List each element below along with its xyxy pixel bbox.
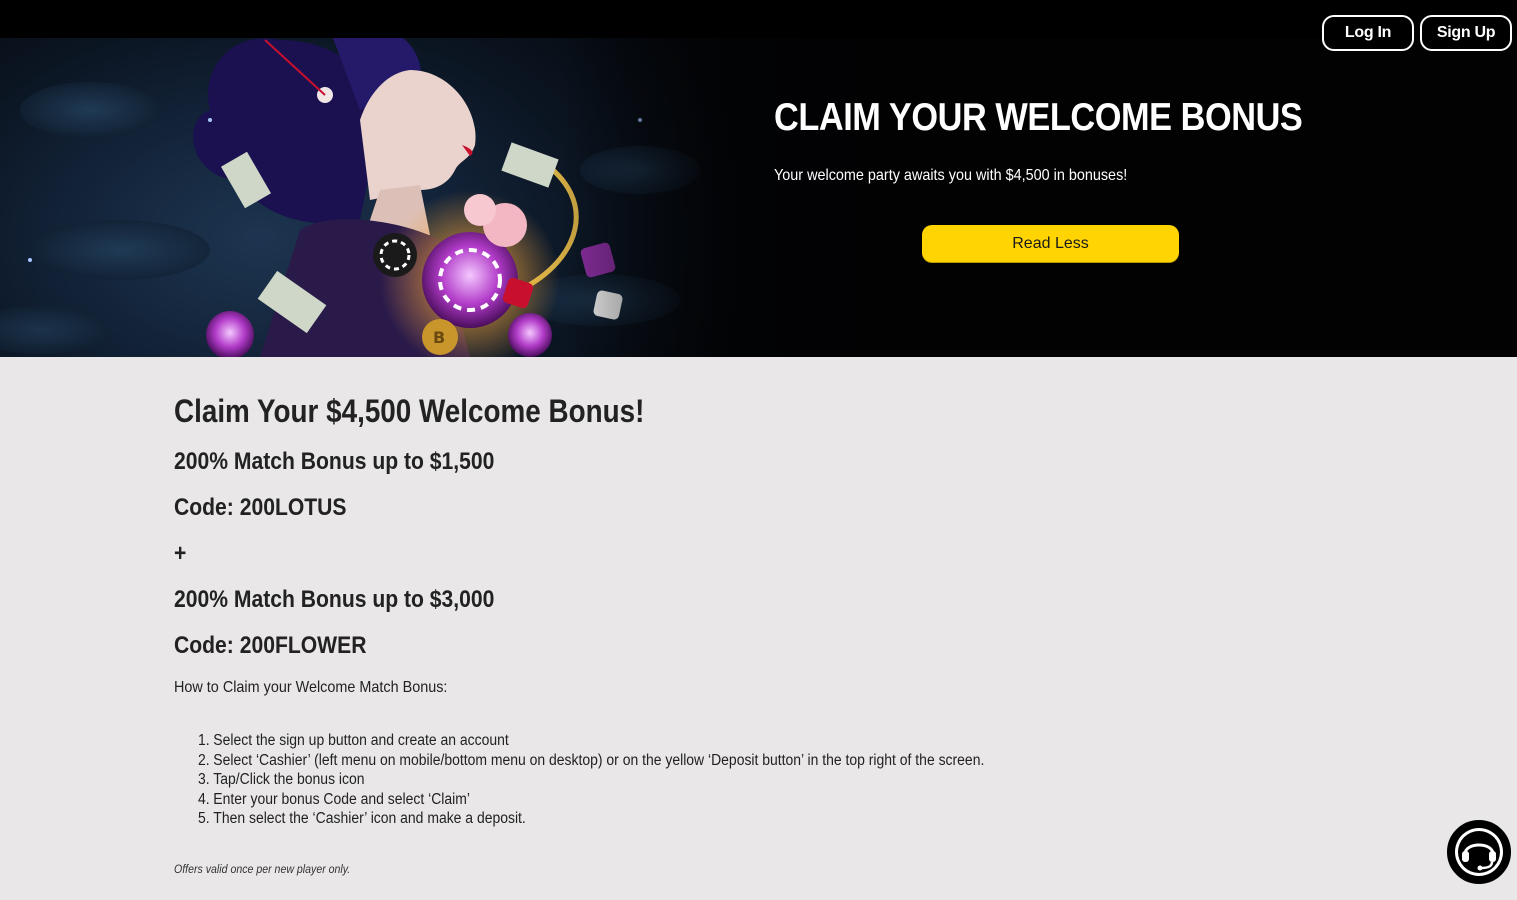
offer-1-code: Code: 200LOTUS bbox=[174, 494, 347, 521]
hero-subtitle: Your welcome party awaits you with $4,50… bbox=[774, 167, 1128, 184]
hero-title: CLAIM YOUR WELCOME BONUS bbox=[774, 96, 1303, 139]
step-text: Tap/Click the bonus icon bbox=[213, 771, 365, 789]
step-number: 5. bbox=[198, 810, 210, 828]
login-button[interactable]: Log In bbox=[1322, 15, 1414, 51]
offer-plus: + bbox=[174, 540, 187, 567]
step-text: Then select the ‘Cashier’ icon and make … bbox=[213, 810, 526, 828]
step-number: 4. bbox=[198, 790, 210, 808]
offer-disclaimer: Offers valid once per new player only. bbox=[174, 864, 351, 876]
claim-steps-list: 1. Select the sign up button and create a… bbox=[198, 731, 1072, 829]
headset-chat-icon bbox=[1455, 828, 1503, 876]
offer-2-code: Code: 200FLOWER bbox=[174, 632, 367, 659]
step-text: Select the sign up button and create an … bbox=[213, 732, 509, 749]
list-item: 2. Select ‘Cashier’ (left menu on mobile/… bbox=[198, 751, 984, 771]
step-text: Select ‘Cashier’ (left menu on mobile/bo… bbox=[213, 751, 985, 769]
auth-buttons: Log In Sign Up bbox=[1322, 15, 1512, 51]
list-item: 4. Enter your bonus Code and select ‘Clai… bbox=[198, 790, 984, 810]
page-heading: Claim Your $4,500 Welcome Bonus! bbox=[174, 393, 645, 429]
step-number: 3. bbox=[198, 771, 210, 789]
svg-text:B: B bbox=[433, 328, 445, 347]
list-item: 5. Then select the ‘Cashier’ icon and mak… bbox=[198, 809, 984, 829]
offer-2-match: 200% Match Bonus up to $3,000 bbox=[174, 586, 495, 613]
offer-1-match: 200% Match Bonus up to $1,500 bbox=[174, 448, 495, 475]
list-item: 3. Tap/Click the bonus icon bbox=[198, 770, 984, 790]
signup-button[interactable]: Sign Up bbox=[1420, 15, 1512, 51]
top-bar bbox=[0, 0, 1517, 38]
hero-banner: B CLAIM YOUR WELCOME BONUS Your welcome … bbox=[0, 38, 1517, 357]
list-item: 1. Select the sign up button and create a… bbox=[198, 731, 984, 751]
hero-fade bbox=[560, 38, 1517, 357]
step-text: Enter your bonus Code and select ‘Claim’ bbox=[213, 790, 470, 808]
read-less-button[interactable]: Read Less bbox=[922, 225, 1179, 262]
how-to-claim-label: How to Claim your Welcome Match Bonus: bbox=[174, 679, 448, 696]
step-number: 1. bbox=[198, 732, 210, 749]
step-number: 2. bbox=[198, 751, 210, 769]
live-chat-button[interactable] bbox=[1447, 820, 1511, 884]
